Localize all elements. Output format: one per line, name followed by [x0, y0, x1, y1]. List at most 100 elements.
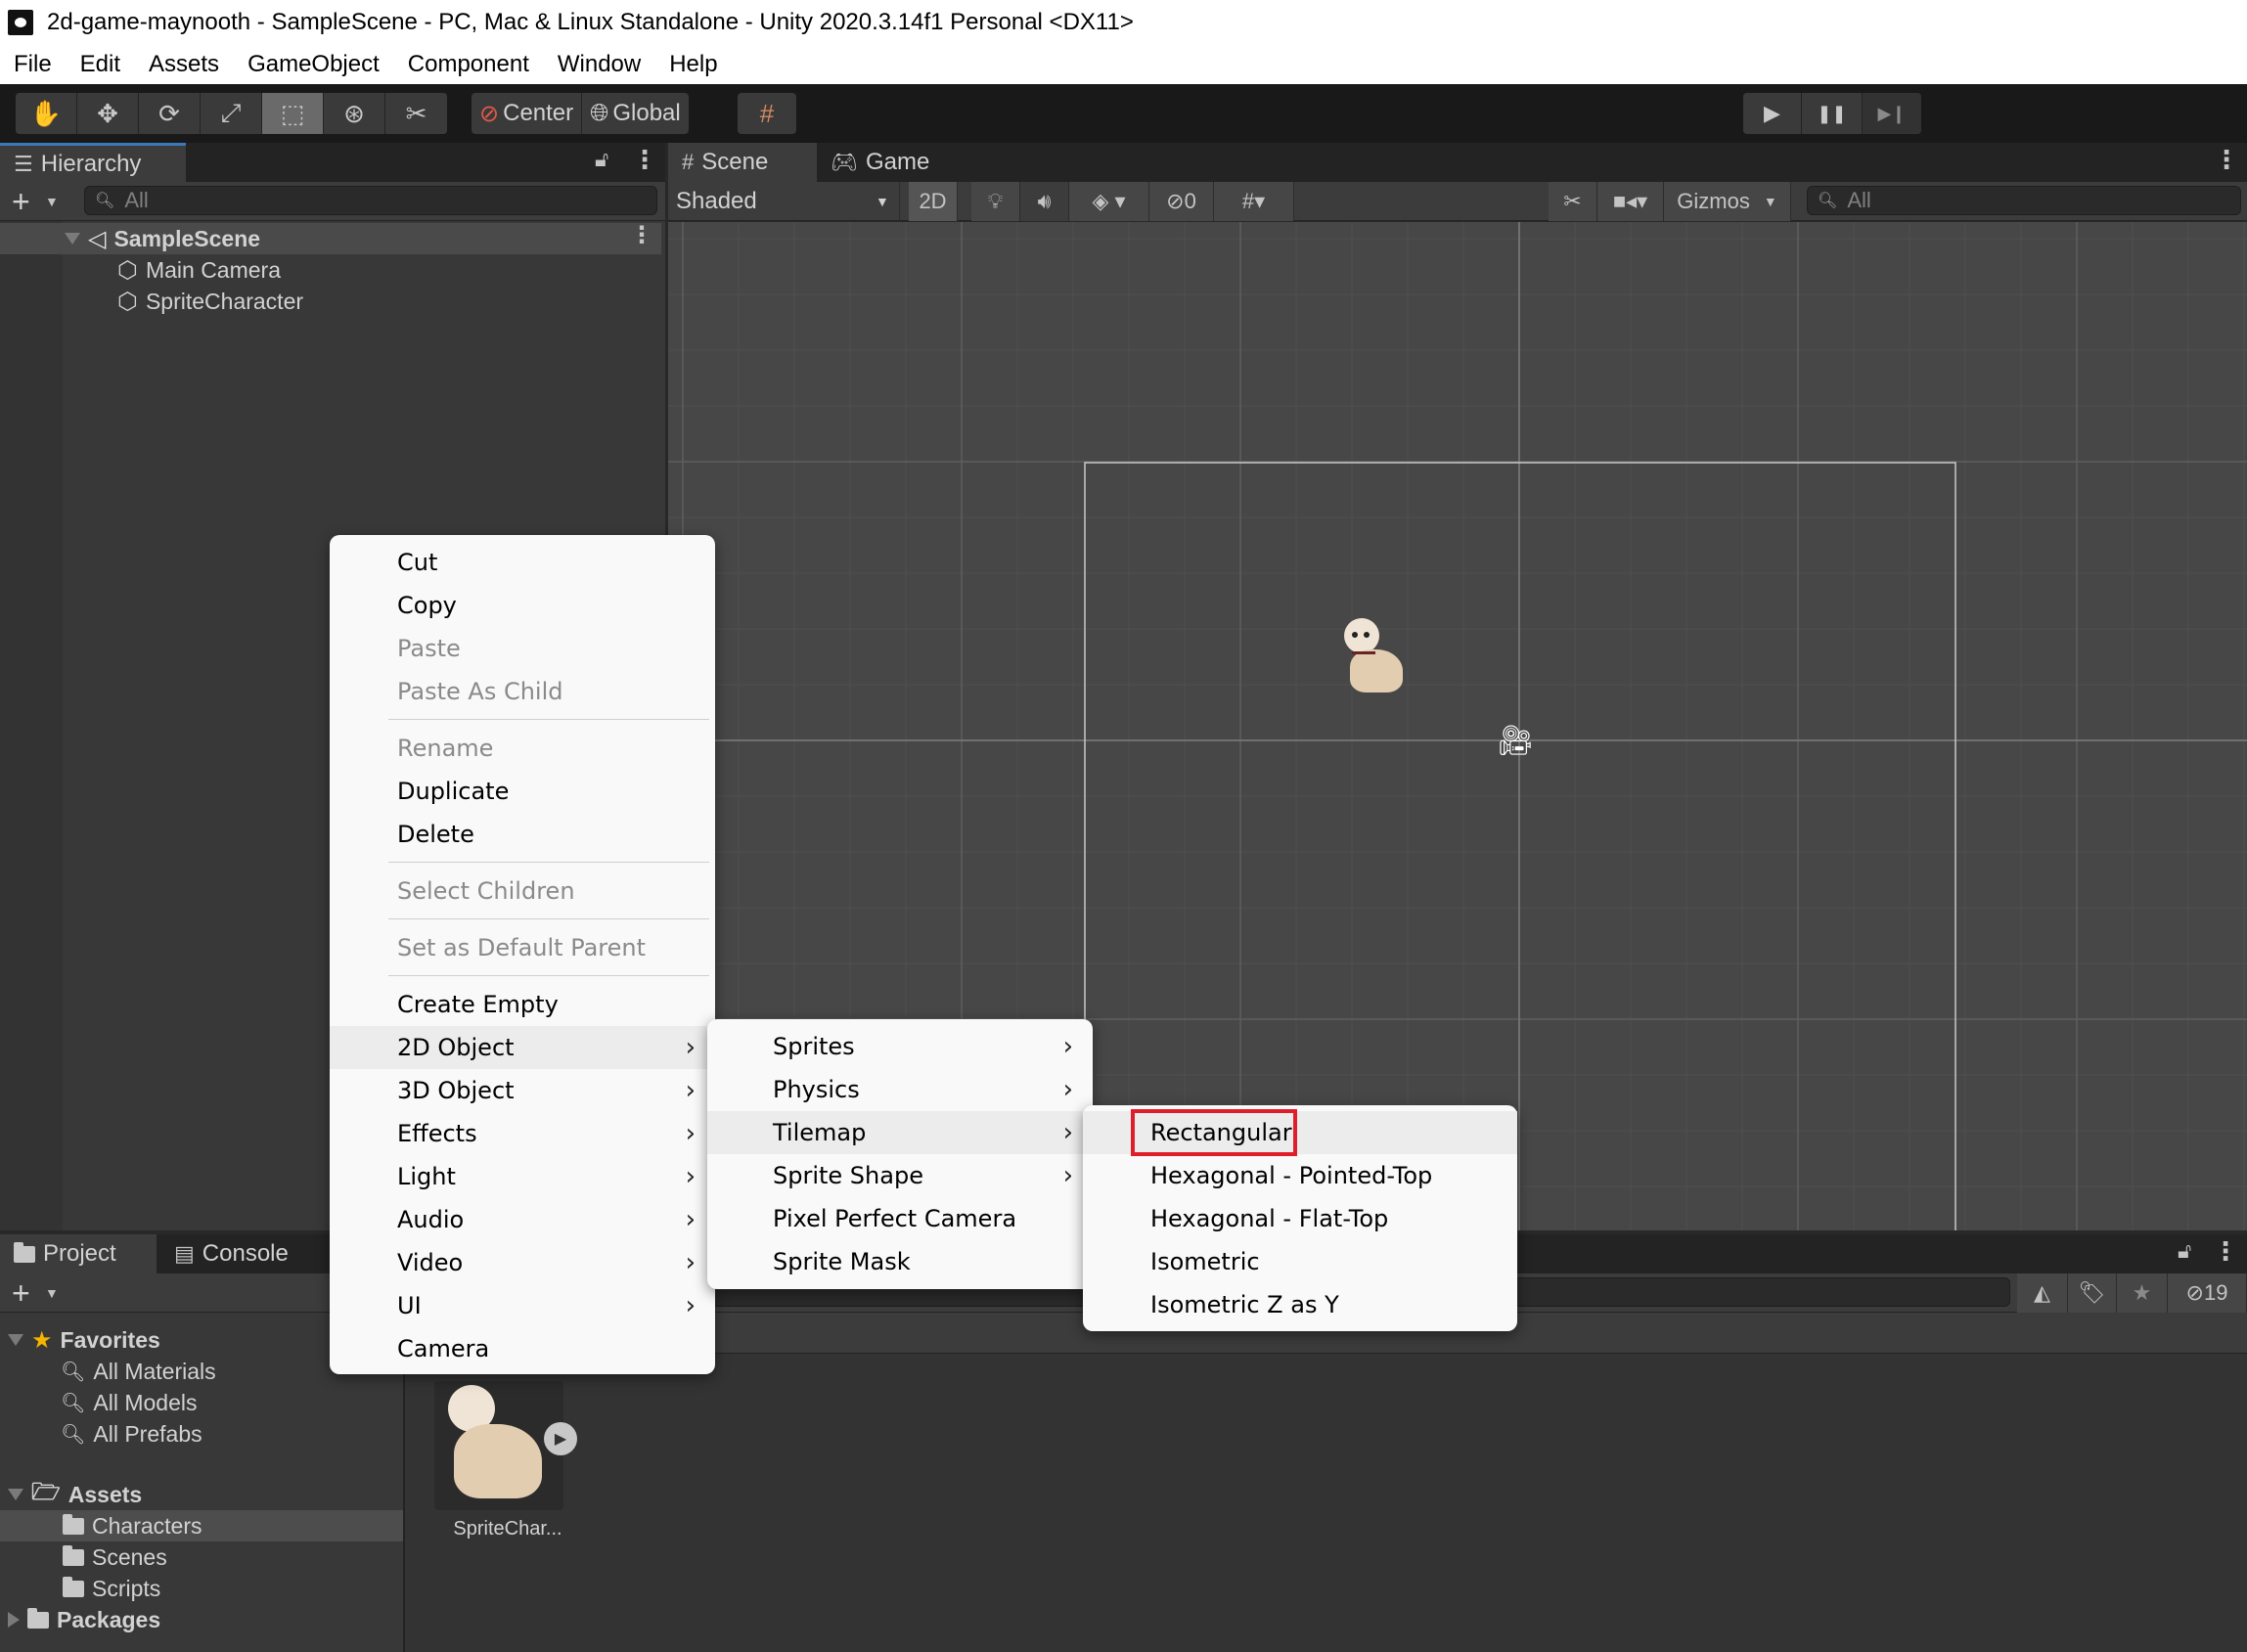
- create-plus-icon[interactable]: +: [12, 1275, 30, 1312]
- shading-mode-dropdown[interactable]: Shaded ▼: [668, 182, 900, 221]
- asset-folder-row[interactable]: Characters: [0, 1510, 403, 1541]
- menu-item-hexagonal-flat-top[interactable]: Hexagonal - Flat-Top: [1083, 1197, 1517, 1240]
- collapse-arrow-icon[interactable]: [8, 1612, 20, 1628]
- project-more-icon[interactable]: ⋮: [2213, 1236, 2238, 1267]
- move-tool-button[interactable]: ✥: [77, 93, 139, 134]
- gizmos-dropdown[interactable]: Gizmos ▼: [1664, 182, 1791, 221]
- expand-arrow-icon[interactable]: [8, 1489, 23, 1500]
- scene-more-icon[interactable]: ⋮: [2214, 145, 2239, 175]
- pivot-center-toggle[interactable]: ⊘ Center: [472, 93, 583, 134]
- transform-tool-button[interactable]: ⊛: [324, 93, 385, 134]
- tab-game[interactable]: 🎮︎ Game: [817, 143, 954, 182]
- rect-tool-button[interactable]: ⬚: [262, 93, 324, 134]
- space-global-toggle[interactable]: 🌐︎ Global: [582, 93, 689, 134]
- audio-toggle[interactable]: 🔊︎: [1020, 182, 1069, 221]
- menu-item-3d-object[interactable]: 3D Object ›: [330, 1069, 715, 1112]
- tab-project[interactable]: Project: [0, 1234, 157, 1273]
- menu-item-delete[interactable]: Delete: [330, 813, 715, 856]
- hierarchy-search-input[interactable]: 🔍︎ All: [84, 186, 657, 215]
- menu-item-create-empty[interactable]: Create Empty: [330, 983, 715, 1026]
- menu-item-duplicate[interactable]: Duplicate: [330, 770, 715, 813]
- lock-icon[interactable]: 🔓︎: [595, 147, 608, 172]
- menu-item-tilemap[interactable]: Tilemap ›: [707, 1111, 1093, 1154]
- tools-toggle[interactable]: ✂: [1549, 182, 1597, 221]
- play-button[interactable]: ▶: [1743, 93, 1802, 134]
- menu-item-isometric[interactable]: Isometric: [1083, 1240, 1517, 1283]
- menu-item-isometric-z-as-y[interactable]: Isometric Z as Y: [1083, 1283, 1517, 1326]
- create-plus-icon[interactable]: +: [12, 184, 30, 220]
- assets-row[interactable]: 🗁︎ Assets: [8, 1479, 142, 1510]
- grid-snap-group: #: [738, 93, 796, 134]
- hidden-packages-toggle[interactable]: ⊘ 19: [2168, 1273, 2247, 1313]
- effects-dropdown[interactable]: ◈ ▾: [1069, 182, 1149, 221]
- asset-folder-row[interactable]: Scripts: [63, 1573, 160, 1604]
- menu-item-camera[interactable]: Camera: [330, 1327, 715, 1370]
- favorite-item[interactable]: 🔍︎ All Materials: [61, 1356, 216, 1387]
- menu-item-pixel-perfect-camera[interactable]: Pixel Perfect Camera: [707, 1197, 1093, 1240]
- scene-row[interactable]: ◁ SampleScene ⋮: [0, 221, 661, 254]
- pause-button[interactable]: ❚❚: [1802, 93, 1863, 134]
- menu-item-hexagonal-pointed-top[interactable]: Hexagonal - Pointed-Top: [1083, 1154, 1517, 1197]
- asset-thumbnail[interactable]: [434, 1381, 563, 1510]
- menu-item-ui[interactable]: UI ›: [330, 1284, 715, 1327]
- menu-item-copy[interactable]: Copy: [330, 584, 715, 627]
- favorite-item[interactable]: 🔍︎ All Prefabs: [61, 1418, 202, 1450]
- hierarchy-item[interactable]: ⬡ Main Camera: [117, 254, 281, 286]
- asset-folder-row[interactable]: Scenes: [63, 1541, 167, 1573]
- hand-tool-button[interactable]: ✋: [16, 93, 77, 134]
- rotate-tool-button[interactable]: ⟳: [139, 93, 201, 134]
- chevron-right-icon: ›: [1062, 1075, 1073, 1104]
- menu-item-physics[interactable]: Physics ›: [707, 1068, 1093, 1111]
- menu-file[interactable]: File: [0, 51, 67, 78]
- filter-label-button[interactable]: 🏷︎: [2068, 1273, 2117, 1313]
- menu-assets[interactable]: Assets: [135, 51, 234, 78]
- lighting-toggle[interactable]: 💡︎: [971, 182, 1020, 221]
- create-dropdown-icon[interactable]: ▼: [45, 194, 59, 209]
- play-animation-icon[interactable]: ▶: [544, 1422, 577, 1455]
- menu-help[interactable]: Help: [655, 51, 732, 78]
- favorites-filter-button[interactable]: ★: [2117, 1273, 2168, 1313]
- custom-tool-button[interactable]: ✂: [385, 93, 447, 134]
- 2d-mode-toggle[interactable]: 2D: [909, 182, 958, 221]
- menu-item-sprites[interactable]: Sprites ›: [707, 1025, 1093, 1068]
- expand-arrow-icon[interactable]: [65, 233, 80, 245]
- grid-dropdown[interactable]: #▾: [1214, 182, 1294, 221]
- grid-snap-button[interactable]: #: [738, 93, 796, 134]
- hierarchy-item[interactable]: ⬡ SpriteCharacter: [117, 286, 303, 317]
- menu-item-2d-object[interactable]: 2D Object ›: [330, 1026, 715, 1069]
- menu-gameobject[interactable]: GameObject: [234, 51, 394, 78]
- menu-item-effects[interactable]: Effects ›: [330, 1112, 715, 1155]
- favorites-row[interactable]: ★ Favorites: [8, 1324, 160, 1356]
- packages-row[interactable]: Packages: [8, 1604, 160, 1635]
- menu-item-sprite-shape[interactable]: Sprite Shape ›: [707, 1154, 1093, 1197]
- step-button[interactable]: ▶❙: [1863, 93, 1921, 134]
- chevron-right-icon: ›: [685, 1076, 696, 1105]
- menu-item-cut[interactable]: Cut: [330, 541, 715, 584]
- menu-item-video[interactable]: Video ›: [330, 1241, 715, 1284]
- expand-arrow-icon[interactable]: [8, 1334, 23, 1346]
- create-dropdown-icon[interactable]: ▼: [45, 1285, 59, 1301]
- camera-gizmo-icon[interactable]: 🎥︎: [1497, 724, 1534, 758]
- tab-scene[interactable]: # Scene: [668, 143, 817, 182]
- lock-icon[interactable]: 🔓︎: [2178, 1238, 2191, 1264]
- scene-more-icon[interactable]: ⋮: [630, 221, 653, 249]
- menu-item-sprite-mask[interactable]: Sprite Mask: [707, 1240, 1093, 1283]
- menu-window[interactable]: Window: [544, 51, 655, 78]
- scene-visibility-toggle[interactable]: ⊘ 0: [1149, 182, 1214, 221]
- filter-type-button[interactable]: ◭: [2017, 1273, 2068, 1313]
- tab-hierarchy[interactable]: ☰ Hierarchy: [0, 143, 186, 182]
- hierarchy-more-icon[interactable]: ⋮: [632, 145, 657, 175]
- menu-item-audio[interactable]: Audio ›: [330, 1198, 715, 1241]
- scale-tool-button[interactable]: ⤢: [201, 93, 262, 134]
- scene-name: SampleScene: [113, 225, 261, 251]
- asset-folder-label: Scenes: [92, 1543, 167, 1570]
- sprite-character[interactable]: [1336, 618, 1424, 706]
- menu-component[interactable]: Component: [394, 51, 544, 78]
- tab-console[interactable]: ▤ Console: [160, 1234, 327, 1273]
- scene-search-input[interactable]: 🔍︎ All: [1807, 186, 2241, 215]
- favorite-item[interactable]: 🔍︎ All Models: [61, 1387, 198, 1418]
- menu-edit[interactable]: Edit: [67, 51, 135, 78]
- window-title: 2d-game-maynooth - SampleScene - PC, Mac…: [47, 9, 1134, 35]
- menu-item-light[interactable]: Light ›: [330, 1155, 715, 1198]
- camera-dropdown[interactable]: ■◂▾: [1597, 182, 1664, 221]
